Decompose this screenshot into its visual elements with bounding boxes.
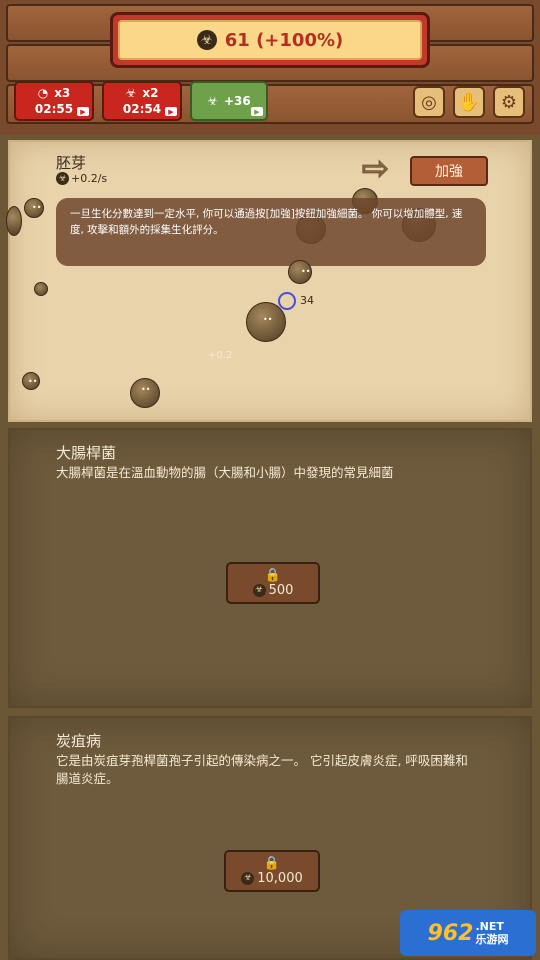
target-ring xyxy=(278,292,296,310)
biohazard-icon: ☣ xyxy=(196,30,217,50)
speedometer-icon: ◔ xyxy=(37,86,49,100)
biohazard-icon: ☣ xyxy=(56,172,69,185)
bacteria-cell[interactable] xyxy=(34,282,48,296)
bacteria-cell[interactable]: •• xyxy=(246,302,286,342)
stage-title: 胚芽 xyxy=(56,154,87,172)
card-description: 大腸桿菌是在溫血動物的腸（大腸和小腸）中發現的常見細菌 xyxy=(56,465,394,480)
video-ad-icon: ▶ xyxy=(77,107,89,116)
tutorial-tip: 一旦生化分數達到一定水平, 你可以通過按[加強]按鈕加強細菌。 你可以增加體型,… xyxy=(56,198,486,266)
bacteria-cell[interactable] xyxy=(6,206,22,236)
lock-icon: 🔒 xyxy=(264,567,282,583)
card-title: 大腸桿菌 xyxy=(56,444,117,462)
lock-icon: 🔒 xyxy=(263,855,281,871)
bacteria-cell[interactable]: •• xyxy=(24,198,44,218)
unlock-button[interactable]: 🔒 ☣ 10,000 xyxy=(224,850,320,892)
stage-rate: ☣ +0.2/s xyxy=(56,172,107,185)
video-ad-icon: ▶ xyxy=(251,107,263,116)
bonus-button[interactable]: ☣ +36 ▶ xyxy=(190,81,268,121)
bacteria-cell[interactable]: •• xyxy=(130,378,160,408)
hand-coin-icon[interactable]: ✋ xyxy=(453,86,485,118)
biohazard-icon: ☣ xyxy=(125,86,137,100)
floating-score: +0.2 xyxy=(208,350,233,361)
stage-panel: 胚芽 ☣ +0.2/s ⇨ 加強 一旦生化分數達到一定水平, 你可以通過按[加強… xyxy=(6,140,532,422)
biohazard-icon: ☣ xyxy=(252,583,266,597)
video-ad-icon: ▶ xyxy=(165,107,177,116)
target-value: 34 xyxy=(300,294,314,307)
score-banner: ☣ 61 (+100%) xyxy=(110,12,430,68)
bacteria-cell[interactable]: •• xyxy=(288,260,312,284)
biohazard-icon: ☣ xyxy=(207,94,218,108)
unlock-button[interactable]: 🔒 ☣ 500 xyxy=(226,562,320,604)
arrow-right-icon: ⇨ xyxy=(361,149,389,187)
site-watermark: 962 .NET 乐游网 xyxy=(400,910,536,956)
locked-card-ecoli: 大腸桿菌 大腸桿菌是在溫血動物的腸（大腸和小腸）中發現的常見細菌 🔒 ☣ 500 xyxy=(8,428,532,708)
score-value: 61 (+100%) xyxy=(224,29,344,51)
card-description: 它是由炭疽芽孢桿菌孢子引起的傳染病之一。 它引起皮膚炎症, 呼吸困難和腸道炎症。 xyxy=(56,753,468,786)
biohazard-boost-button[interactable]: ☣ x2 02:54 ▶ xyxy=(102,81,182,121)
bacteria-cell[interactable]: •• xyxy=(22,372,40,390)
speed-boost-button[interactable]: ◔ x3 02:55 ▶ xyxy=(14,81,94,121)
biohazard-icon: ☣ xyxy=(241,871,255,885)
top-header: ☣ 61 (+100%) ◔ x3 02:55 ▶ ☣ x2 02:54 ▶ ☣… xyxy=(0,0,540,135)
gear-icon[interactable]: ⚙ xyxy=(493,86,525,118)
lifebuoy-icon[interactable]: ◎ xyxy=(413,86,445,118)
card-title: 炭疽病 xyxy=(56,732,102,750)
upgrade-button[interactable]: 加強 xyxy=(410,156,488,186)
